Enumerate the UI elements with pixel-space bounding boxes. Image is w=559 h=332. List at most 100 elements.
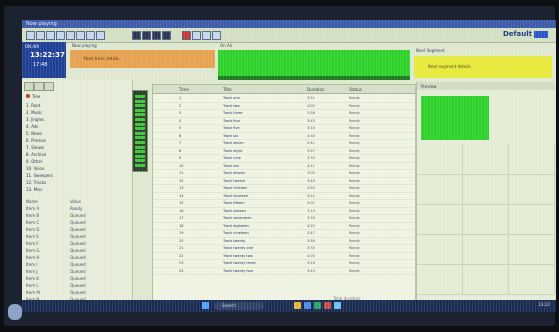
stop-icon[interactable]	[152, 31, 161, 40]
table-row[interactable]: 6 Track six 4:30 Ready	[153, 133, 415, 140]
grid-cell[interactable]	[463, 174, 509, 205]
list-item[interactable]: Item J Queued	[26, 268, 122, 275]
grid-cell[interactable]	[463, 234, 509, 265]
tree-item[interactable]: 9. Other	[26, 158, 122, 165]
list-item[interactable]: Item A Ready	[26, 205, 122, 212]
table-row[interactable]: 15 Track fifteen 4:01 Ready	[153, 200, 415, 208]
tree-item[interactable]: 13. Misc	[26, 186, 122, 193]
list-item[interactable]: Item C Queued	[26, 219, 122, 226]
table-row[interactable]: 18 Track eighteen 4:20 Ready	[153, 223, 415, 230]
skip-icon[interactable]	[162, 31, 171, 40]
filter-button-3[interactable]	[44, 82, 54, 91]
list-item[interactable]: Item F Queued	[26, 240, 122, 247]
table-row[interactable]: 12 Track twelve 3:49 Ready	[153, 178, 415, 185]
filter-button-2[interactable]	[34, 82, 44, 91]
play-icon[interactable]	[132, 31, 141, 40]
list-item[interactable]: Item H Queued	[26, 254, 122, 261]
brand-button[interactable]	[534, 31, 548, 38]
table-row[interactable]: 11 Track eleven 3:05 Ready	[153, 170, 415, 178]
table-row[interactable]: 19 Track nineteen 2:47 Ready	[153, 230, 415, 238]
preview-box[interactable]	[421, 96, 489, 140]
grid-cell[interactable]	[509, 234, 555, 265]
browser-icon[interactable]	[304, 302, 311, 309]
now-playing-bar[interactable]: Next track details	[70, 50, 215, 68]
tree-item[interactable]: 4. Ads	[26, 123, 122, 130]
tree-item[interactable]: 8. Archive	[26, 151, 122, 158]
grid-cell[interactable]	[509, 144, 555, 175]
grid-cell[interactable]	[463, 204, 509, 235]
tree-item[interactable]: 6. Promos	[26, 137, 122, 144]
list-icon[interactable]	[202, 31, 211, 40]
new-icon[interactable]	[26, 31, 35, 40]
table-row[interactable]: 4 Track four 3:45 Ready	[153, 118, 415, 125]
grid-icon[interactable]	[212, 31, 221, 40]
pause-icon[interactable]	[142, 31, 151, 40]
list-item[interactable]: Item K Queued	[26, 275, 122, 282]
col-title[interactable]: Title	[223, 87, 232, 92]
list-item[interactable]: Item D Queued	[26, 226, 122, 233]
list-item[interactable]: Item B Queued	[26, 212, 122, 219]
grid-cell[interactable]	[417, 144, 463, 175]
tree-item[interactable]: 5. News	[26, 130, 122, 137]
col-duration[interactable]: Duration	[307, 87, 324, 92]
table-row[interactable]: 1 Track one 3:21 Ready	[153, 95, 415, 103]
grid-cell[interactable]	[417, 174, 463, 205]
table-row[interactable]: 8 Track eight 3:57 Ready	[153, 148, 415, 155]
table-row[interactable]: 2 Track two 4:02 Ready	[153, 103, 415, 110]
table-row[interactable]: 7 Track seven 2:41 Ready	[153, 140, 415, 148]
grid-cell[interactable]	[417, 204, 463, 235]
tree-item[interactable]: 12. Tracks	[26, 179, 122, 186]
list-item[interactable]: Item M Queued	[26, 289, 122, 296]
tree-item[interactable]: 11. Sweepers	[26, 172, 122, 179]
tree-item[interactable]: 2. Music	[26, 109, 122, 116]
mail-icon[interactable]	[334, 302, 341, 309]
tree-item[interactable]: 10. Voice	[26, 165, 122, 172]
list-item[interactable]: Item E Queued	[26, 233, 122, 240]
taskbar-search[interactable]: Search	[214, 302, 264, 310]
table-row[interactable]: 13 Track thirteen 2:55 Ready	[153, 185, 415, 193]
list-item[interactable]: Name Value	[26, 198, 122, 205]
next-segment-bar[interactable]: Next segment details	[414, 56, 552, 78]
list-item[interactable]: Item I Queued	[26, 261, 122, 268]
table-row[interactable]: 14 Track fourteen 3:22 Ready	[153, 193, 415, 200]
list-item[interactable]: Item G Queued	[26, 247, 122, 254]
table-row[interactable]: 9 Track nine 3:33 Ready	[153, 155, 415, 163]
copy-icon[interactable]	[66, 31, 75, 40]
filter-button-1[interactable]	[24, 82, 34, 91]
grid-cell[interactable]	[463, 264, 509, 295]
redo-icon[interactable]	[96, 31, 105, 40]
table-row[interactable]: 20 Track twenty 3:58 Ready	[153, 238, 415, 245]
table-row[interactable]: 21 Track twenty one 3:30 Ready	[153, 245, 415, 253]
grid-cell[interactable]	[417, 264, 463, 295]
tree-item[interactable]: 1. Root	[26, 102, 122, 109]
media-icon[interactable]	[324, 302, 331, 309]
tree-item[interactable]: 3. Jingles	[26, 116, 122, 123]
grid-cell[interactable]	[509, 264, 555, 295]
table-row[interactable]: 22 Track twenty two 4:05 Ready	[153, 253, 415, 260]
tree-item[interactable]: 7. Shows	[26, 144, 122, 151]
table-row[interactable]: 23 Track twenty three 3:16 Ready	[153, 260, 415, 268]
folder-icon[interactable]	[294, 302, 301, 309]
col-status[interactable]: Status	[349, 87, 362, 92]
list-item[interactable]: Item L Queued	[26, 282, 122, 289]
table-row[interactable]: 10 Track ten 4:11 Ready	[153, 163, 415, 170]
paste-icon[interactable]	[76, 31, 85, 40]
grid-cell[interactable]	[509, 174, 555, 205]
grid-cell[interactable]	[463, 144, 509, 175]
save-icon[interactable]	[46, 31, 55, 40]
settings-icon[interactable]	[192, 31, 201, 40]
grid-cell[interactable]	[417, 234, 463, 265]
col-time[interactable]: Time	[179, 87, 189, 92]
table-row[interactable]: 17 Track seventeen 3:39 Ready	[153, 215, 415, 223]
cut-icon[interactable]	[56, 31, 65, 40]
table-row[interactable]: 16 Track sixteen 3:14 Ready	[153, 208, 415, 215]
grid-cell[interactable]	[509, 204, 555, 235]
table-row[interactable]: 3 Track three 2:58 Ready	[153, 110, 415, 118]
on-air-bar[interactable]	[218, 50, 410, 80]
app-icon[interactable]	[314, 302, 321, 309]
table-row[interactable]: 5 Track five 3:10 Ready	[153, 125, 415, 133]
undo-icon[interactable]	[86, 31, 95, 40]
open-icon[interactable]	[36, 31, 45, 40]
windows-start-icon[interactable]	[202, 302, 209, 309]
table-row[interactable]: 24 Track twenty four 3:44 Ready	[153, 268, 415, 275]
